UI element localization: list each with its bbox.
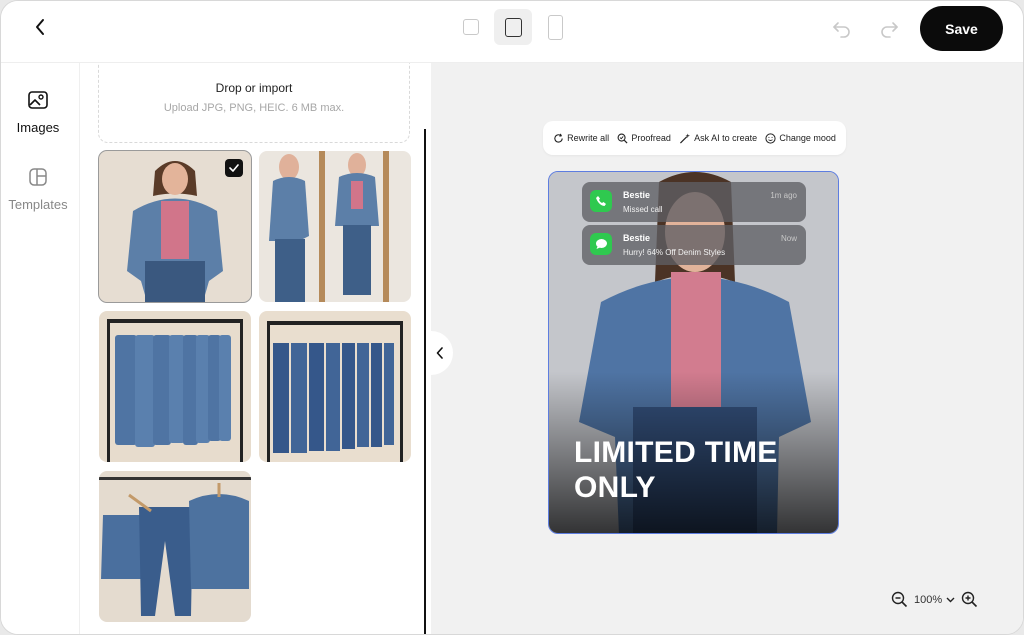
panel-divider <box>424 129 426 634</box>
dropzone-title: Drop or import <box>215 81 293 95</box>
ai-toolbar: Rewrite all Proofread Ask AI to create C… <box>543 121 846 155</box>
story-frame-icon <box>547 14 563 40</box>
messages-app-icon <box>590 233 612 255</box>
zoom-controls: 100% <box>891 591 978 608</box>
zoom-level-dropdown[interactable]: 100% <box>914 594 955 606</box>
image-thumbnail[interactable] <box>259 151 411 302</box>
zoom-level: 100% <box>914 593 943 606</box>
square-frame-icon <box>463 19 479 35</box>
notification-time: 1m ago <box>770 191 797 200</box>
ad-headline[interactable]: LIMITED TIME ONLY <box>574 435 834 505</box>
ad-preview[interactable]: Bestie Missed call 1m ago Bestie Hurry! … <box>548 171 839 534</box>
magnifier-check-icon <box>617 133 628 144</box>
undo-icon <box>833 22 850 38</box>
redo-icon <box>881 22 898 38</box>
images-panel: Drop or import Upload JPG, PNG, HEIC. 6 … <box>81 63 425 634</box>
save-button[interactable]: Save <box>920 6 1003 51</box>
photo-rack-denim-jeans <box>259 311 411 462</box>
upload-dropzone[interactable]: Drop or import Upload JPG, PNG, HEIC. 6 … <box>98 63 410 143</box>
photo-denim-set-hangers <box>99 471 251 622</box>
portrait-frame-icon <box>504 17 522 37</box>
image-thumbnail[interactable] <box>99 311 251 462</box>
notification-message: Missed call <box>623 205 663 214</box>
ratio-square-button[interactable] <box>456 12 486 42</box>
rail-item-label: Templates <box>8 197 68 212</box>
zoom-in-icon <box>961 591 978 608</box>
image-thumbnail[interactable] <box>259 311 411 462</box>
back-button[interactable] <box>27 16 53 42</box>
aspect-ratio-selector <box>456 9 570 45</box>
rail-item-images[interactable]: Images <box>1 91 75 135</box>
phone-app-icon <box>590 190 612 212</box>
magic-wand-icon <box>680 132 691 144</box>
proofread-label: Proofread <box>631 133 671 143</box>
left-rail: Images Templates <box>1 63 80 634</box>
image-thumbnail[interactable] <box>98 150 252 303</box>
template-icon <box>29 168 47 191</box>
photo-rack-denim-jackets <box>99 311 251 462</box>
rail-item-label: Images <box>16 120 60 135</box>
redo-button[interactable] <box>877 17 901 41</box>
rewrite-all-button[interactable]: Rewrite all <box>553 133 609 144</box>
zoom-out-button[interactable] <box>891 591 908 608</box>
undo-button[interactable] <box>830 17 854 41</box>
smiley-icon <box>765 132 776 144</box>
rail-item-templates[interactable]: Templates <box>1 168 75 212</box>
notification-sender: Bestie <box>623 233 651 243</box>
top-bar: Save <box>1 1 1023 63</box>
notification-message: Hurry! 64% Off Denim Styles <box>623 248 726 257</box>
ratio-story-button[interactable] <box>540 9 570 45</box>
photo-woman-mirror-denim <box>259 151 411 302</box>
chevron-down-icon <box>946 597 955 602</box>
ratio-portrait-button[interactable] <box>494 9 532 45</box>
dropzone-hint: Upload JPG, PNG, HEIC. 6 MB max. <box>163 102 345 114</box>
chevron-left-icon <box>436 347 443 359</box>
app-window: Save Images Templates Drop or import Upl… <box>0 0 1024 635</box>
notification-sender: Bestie <box>623 190 651 200</box>
change-mood-label: Change mood <box>779 133 836 143</box>
notification-card: Bestie Missed call 1m ago <box>582 182 806 222</box>
chevron-left-icon <box>34 18 46 41</box>
image-thumbnail[interactable] <box>99 471 251 622</box>
headline-line-2: ONLY <box>574 471 656 504</box>
zoom-in-button[interactable] <box>961 591 978 608</box>
headline-line-1: LIMITED TIME <box>574 436 778 469</box>
refresh-icon <box>554 133 563 143</box>
notification-time: Now <box>780 234 797 243</box>
ask-ai-label: Ask AI to create <box>694 133 758 143</box>
zoom-out-icon <box>891 591 908 608</box>
change-mood-button[interactable]: Change mood <box>765 132 836 144</box>
proofread-button[interactable]: Proofread <box>617 133 671 144</box>
rewrite-all-label: Rewrite all <box>567 133 610 143</box>
selected-check-icon <box>225 159 243 177</box>
notification-card: Bestie Hurry! 64% Off Denim Styles Now <box>582 225 806 265</box>
ask-ai-button[interactable]: Ask AI to create <box>679 132 758 144</box>
image-icon <box>28 91 48 114</box>
